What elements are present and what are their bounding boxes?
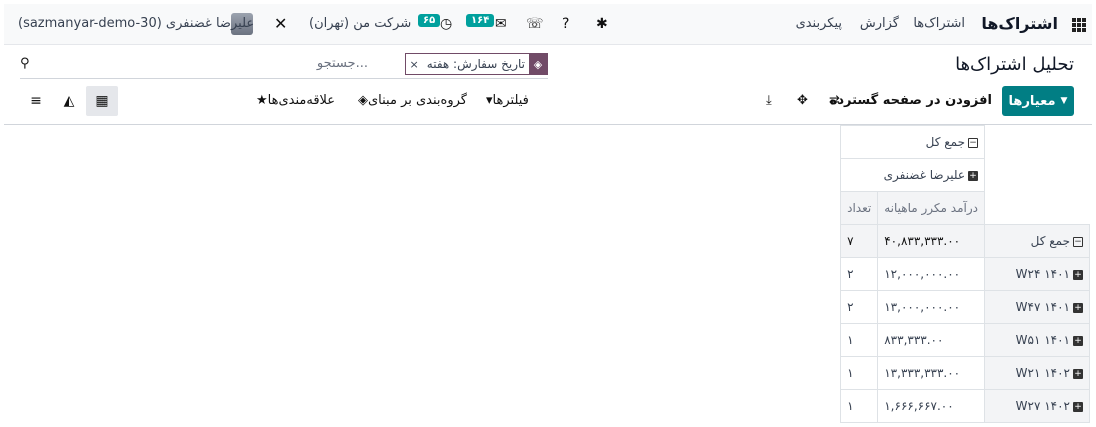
sort-icon: ≡	[30, 93, 42, 109]
col-header-total[interactable]: −جمع کل	[840, 125, 985, 159]
expand-icon: +	[968, 170, 978, 181]
layers-icon: ◈	[529, 54, 547, 74]
help-icon[interactable]: ?	[562, 16, 569, 32]
cell-mrr[interactable]: ۱۳,۳۳۳,۳۳۳.۰۰	[877, 356, 985, 390]
groupby-button[interactable]: ◈گروه‌بندی بر مبنای	[358, 93, 467, 108]
cell-total-mrr[interactable]: ۴۰,۸۳۳,۳۳۳.۰۰	[877, 224, 985, 258]
measures-label: معیارها	[1008, 93, 1056, 109]
bug-icon[interactable]: ✱	[596, 16, 608, 32]
collapse-icon: −	[968, 137, 978, 148]
collapse-icon: −	[1073, 236, 1083, 247]
graph-view-button[interactable]: ◭	[53, 86, 85, 116]
filters-label: فیلترها	[492, 93, 529, 108]
expand-icon: +	[1073, 269, 1083, 280]
table-row: +W۲۷ ۱۴۰۲ ۱,۶۶۶,۶۶۷.۰۰ ۱	[840, 389, 1090, 423]
menu-subscriptions[interactable]: اشتراک‌ها	[913, 16, 965, 31]
chat-icon[interactable]: ✉	[495, 16, 507, 32]
col-total-label: جمع کل	[925, 135, 965, 149]
expand-icon: +	[1073, 335, 1083, 346]
row-header[interactable]: +W۲۱ ۱۴۰۲	[984, 356, 1090, 390]
download-icon[interactable]: ⤓	[766, 93, 772, 108]
search-facet[interactable]: ◈ تاریخ سفارش: هفته ×	[404, 53, 548, 75]
page-title: تحلیل اشتراک‌ها	[955, 54, 1074, 75]
cell-count[interactable]: ۲	[840, 290, 879, 324]
cell-count[interactable]: ۲	[840, 257, 879, 291]
row-label: W۲۷ ۱۴۰۲	[1015, 399, 1070, 413]
col-group-label: علیرضا غضنفری	[883, 168, 965, 182]
cell-mrr[interactable]: ۸۳۳,۳۳۳.۰۰	[877, 323, 985, 357]
measure-header-mrr[interactable]: درآمد مکرر ماهیانه	[877, 191, 985, 225]
favorites-label: علاقه‌مندی‌ها	[267, 93, 336, 108]
flip-axis-icon[interactable]: ⇄	[829, 93, 840, 108]
filters-button[interactable]: ▾فیلترها	[486, 93, 529, 108]
activity-count-badge: ۶۵	[418, 14, 441, 27]
pivot-view-button[interactable]: ▦	[86, 86, 118, 116]
facet-remove-icon[interactable]: ×	[406, 58, 423, 71]
expand-icon: +	[1073, 302, 1083, 313]
cell-count[interactable]: ۱	[840, 389, 879, 423]
table-row: +W۴۷ ۱۴۰۱ ۱۳,۰۰۰,۰۰۰.۰۰ ۲	[840, 290, 1090, 324]
cell-count[interactable]: ۱	[840, 323, 879, 357]
caret-down-icon: ▼	[1060, 96, 1068, 106]
expand-icon: +	[1073, 401, 1083, 412]
row-total-label: جمع کل	[1030, 234, 1070, 248]
menu-configuration[interactable]: پیکربندی	[796, 16, 842, 31]
cell-mrr[interactable]: ۱۳,۰۰۰,۰۰۰.۰۰	[877, 290, 985, 324]
row-label: W۲۱ ۱۴۰۲	[1015, 366, 1070, 380]
favorites-button[interactable]: ★علاقه‌مندی‌ها	[256, 93, 335, 108]
table-icon: ▦	[95, 93, 109, 109]
row-header[interactable]: +W۲۷ ۱۴۰۲	[984, 389, 1090, 423]
insert-in-spreadsheet-button[interactable]: افزودن در صفحه گسترده	[830, 93, 992, 108]
star-icon: ★	[256, 93, 268, 108]
phone-icon[interactable]: ☏	[526, 16, 544, 32]
pivot-corner	[984, 125, 1090, 225]
cell-total-count[interactable]: ۷	[840, 224, 879, 258]
table-row: +W۵۱ ۱۴۰۱ ۸۳۳,۳۳۳.۰۰ ۱	[840, 323, 1090, 357]
tools-icon[interactable]: ✕	[274, 14, 287, 33]
row-label: W۵۱ ۱۴۰۱	[1015, 333, 1070, 347]
row-label: W۴۷ ۱۴۰۱	[1015, 300, 1070, 314]
facet-label: تاریخ سفارش: هفته	[426, 57, 525, 71]
groupby-label: گروه‌بندی بر مبنای	[368, 93, 467, 108]
expand-icon: +	[1073, 368, 1083, 379]
app-name[interactable]: اشتراک‌ها	[981, 14, 1058, 33]
col-header-group[interactable]: +علیرضا غضنفری	[840, 158, 985, 192]
user-name: علیرضا غضنفری	[165, 16, 255, 31]
cell-mrr[interactable]: ۱۲,۰۰۰,۰۰۰.۰۰	[877, 257, 985, 291]
table-row: +W۲۱ ۱۴۰۲ ۱۳,۳۳۳,۳۳۳.۰۰ ۱	[840, 356, 1090, 390]
row-header[interactable]: +W۲۴ ۱۴۰۱	[984, 257, 1090, 291]
search-input[interactable]: جستجو...	[317, 56, 368, 71]
row-header[interactable]: +W۵۱ ۱۴۰۱	[984, 323, 1090, 357]
top-navbar: اشتراک‌ها اشتراک‌ها گزارش پیکربندی ✱ ? ☏…	[4, 4, 1092, 45]
cell-count[interactable]: ۱	[840, 356, 879, 390]
cell-mrr[interactable]: ۱,۶۶۶,۶۶۷.۰۰	[877, 389, 985, 423]
measure-header-count[interactable]: تعداد	[840, 191, 879, 225]
apps-menu-icon[interactable]	[1072, 18, 1086, 32]
company-switcher[interactable]: شرکت من (تهران)	[309, 16, 411, 31]
cohort-view-button[interactable]: ≡	[20, 86, 52, 116]
area-chart-icon: ◭	[63, 93, 75, 109]
user-menu[interactable]: (sazmanyar-demo-30) علیرضا غضنفری	[18, 16, 254, 31]
table-row: +W۲۴ ۱۴۰۱ ۱۲,۰۰۰,۰۰۰.۰۰ ۲	[840, 257, 1090, 291]
layers-icon: ◈	[358, 93, 368, 108]
measures-button[interactable]: معیارها ▼	[1002, 86, 1074, 116]
search-bar[interactable]: ◈ تاریخ سفارش: هفته × جستجو... ⚲	[20, 53, 548, 79]
row-header-total[interactable]: −جمع کل	[984, 224, 1090, 258]
expand-all-icon[interactable]: ✥	[797, 93, 808, 108]
row-label: W۲۴ ۱۴۰۱	[1015, 267, 1070, 281]
row-header[interactable]: +W۴۷ ۱۴۰۱	[984, 290, 1090, 324]
db-name: (sazmanyar-demo-30)	[18, 16, 162, 31]
message-count-badge: ۱۶۴	[466, 14, 495, 27]
search-icon[interactable]: ⚲	[20, 56, 30, 71]
clock-icon[interactable]: ◷	[440, 16, 452, 32]
menu-reporting[interactable]: گزارش	[860, 16, 899, 31]
pivot-table: −جمع کل +علیرضا غضنفری درآمد مکرر ماهیان…	[840, 125, 1090, 423]
